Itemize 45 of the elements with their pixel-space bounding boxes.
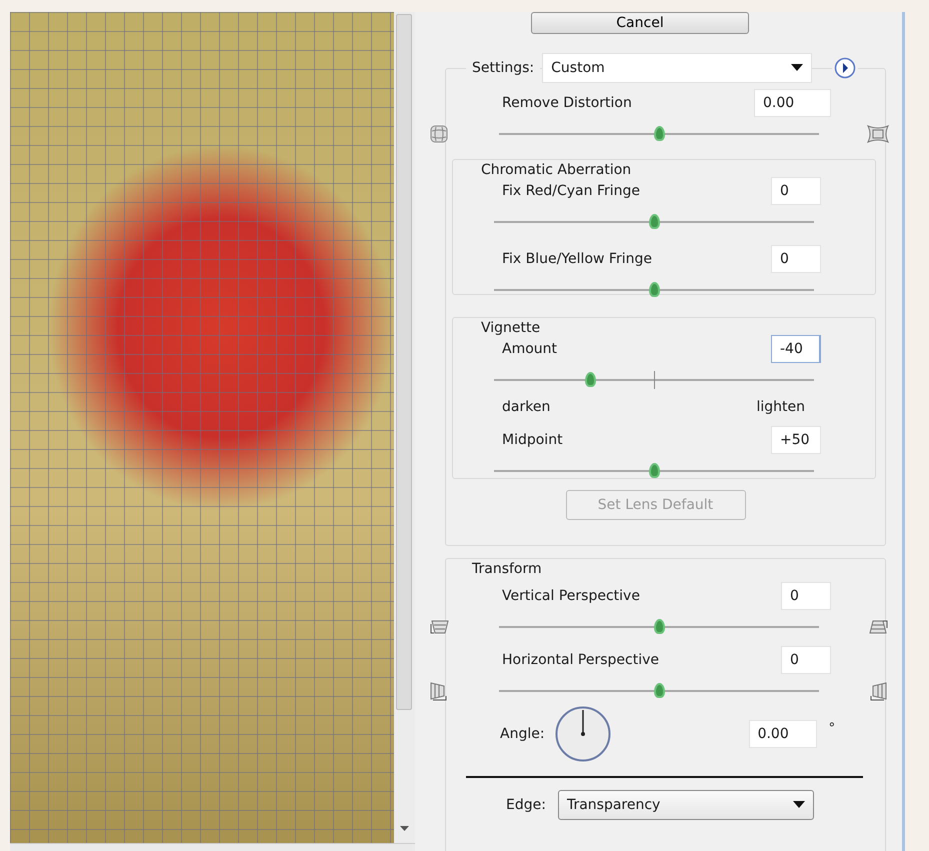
settings-dropdown[interactable]: Custom (542, 53, 812, 83)
perspective-left-icon[interactable] (430, 681, 448, 701)
angle-field[interactable]: 0.00 (748, 720, 817, 748)
cancel-button[interactable]: Cancel (531, 12, 749, 34)
value-field[interactable]: 0 (771, 245, 821, 273)
horizontal-scrollbar[interactable] (10, 843, 415, 851)
value-field[interactable]: 0 (771, 177, 821, 205)
slider-label: Vertical Perspective (502, 586, 640, 606)
slider-thumb[interactable] (648, 282, 660, 297)
perspective-down-icon[interactable] (429, 620, 449, 634)
value-field[interactable]: +50 (771, 426, 821, 454)
slider-label: Midpoint (502, 430, 563, 450)
slider-thumb[interactable] (654, 619, 664, 634)
scale-label: lighten (756, 398, 805, 417)
value-field[interactable]: 0 (781, 582, 831, 610)
caret-icon (791, 64, 804, 72)
scroll-down-icon[interactable] (400, 826, 409, 831)
caret-icon (792, 801, 805, 808)
slider-label: Amount (502, 340, 558, 358)
slider-thumb[interactable] (654, 683, 664, 698)
slider-label: Fix Blue/Yellow Fringe (502, 250, 652, 268)
slider-label: Remove Distortion (502, 94, 632, 112)
value-field[interactable]: 0 (781, 646, 831, 674)
barrel-grid-icon[interactable] (430, 125, 448, 143)
dropdown-value: Transparency (566, 796, 660, 814)
slider-label: Fix Red/Cyan Fringe (502, 182, 640, 200)
scrollbar-thumb[interactable] (396, 14, 412, 710)
degree-unit: ° (828, 720, 836, 738)
perspective-up-icon[interactable] (868, 620, 888, 634)
angle-dial[interactable] (554, 706, 611, 762)
edge-dropdown[interactable]: Transparency (558, 790, 814, 820)
slider-thumb[interactable] (584, 372, 596, 387)
slider-thumb[interactable] (648, 214, 660, 229)
slider-thumb[interactable] (654, 126, 664, 141)
slider-label: Horizontal Perspective (502, 650, 660, 670)
slider-thumb[interactable] (648, 463, 660, 478)
angle-label: Angle: (500, 724, 545, 744)
perspective-right-icon[interactable] (869, 681, 887, 701)
value-field[interactable]: -40 (771, 335, 821, 363)
vertical-scrollbar[interactable] (394, 12, 415, 843)
dropdown-value: Custom (551, 58, 605, 78)
pincushion-grid-icon[interactable] (867, 125, 889, 143)
edge-label: Edge: (506, 796, 546, 814)
value-field[interactable]: 0.00 (754, 89, 831, 117)
scale-label: darken (502, 398, 550, 417)
